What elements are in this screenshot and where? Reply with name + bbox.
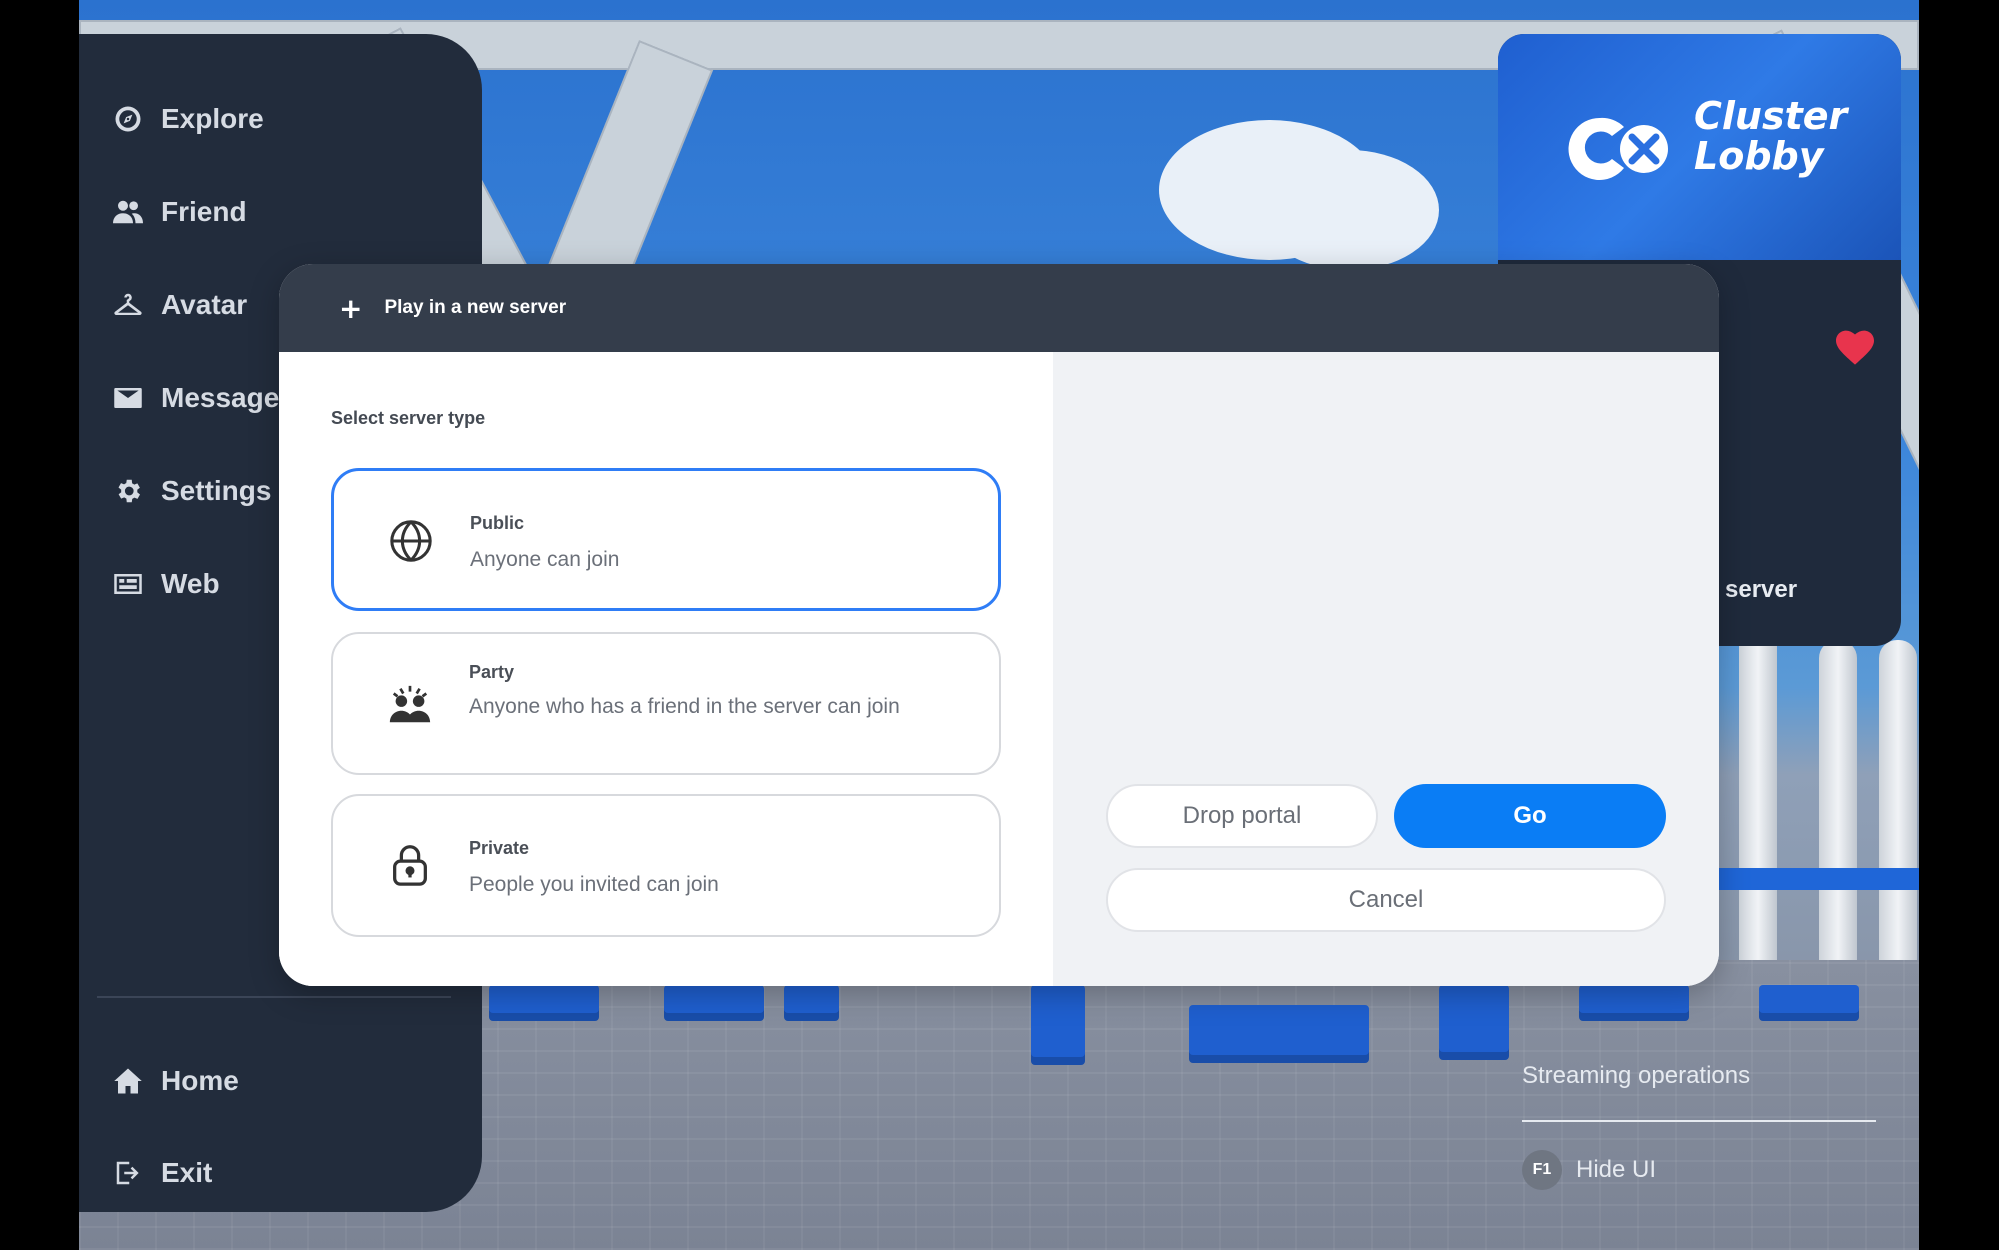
drop-portal-button[interactable]: Drop portal [1106, 784, 1378, 848]
new-server-dialog: + Play in a new server Select server typ… [279, 264, 1719, 986]
server-option-party[interactable]: Party Anyone who has a friend in the ser… [331, 632, 1001, 775]
nav-label: Message [161, 382, 280, 413]
nav-label: Exit [161, 1157, 213, 1188]
option-title: Private [469, 838, 530, 858]
world-card-server-label: server [1725, 576, 1798, 603]
plus-icon: + [339, 291, 363, 325]
friends-icon [113, 200, 143, 224]
nav-label: Friend [161, 196, 247, 227]
dialog-actions-pane: Drop portal Go Cancel [1053, 352, 1719, 986]
status-divider [1522, 1120, 1876, 1122]
nav-label: Avatar [161, 289, 248, 320]
exit-icon [116, 1161, 139, 1185]
world-title-line1: Cluster [1694, 94, 1848, 138]
heart-icon[interactable] [1836, 330, 1874, 366]
globe-icon [390, 520, 432, 562]
section-label: Select server type [331, 408, 486, 428]
nav-label: Explore [161, 103, 264, 134]
nav-item-web[interactable]: Web [113, 561, 220, 607]
f1-key-badge: F1 [1522, 1150, 1562, 1190]
nav-item-home[interactable]: Home [113, 1058, 239, 1104]
world-thumbnail: Cluster Lobby [1498, 34, 1901, 260]
nav-item-settings[interactable]: Settings [113, 468, 271, 514]
option-description: Anyone who has a friend in the server ca… [469, 695, 900, 718]
compass-icon [115, 106, 141, 132]
nav-item-friend[interactable]: Friend [113, 189, 247, 235]
home-icon [114, 1068, 142, 1094]
server-type-pane: Select server type Public Anyone can joi… [279, 352, 1053, 986]
nav-label: Settings [161, 475, 272, 506]
server-option-private[interactable]: Private People you invited can join [331, 794, 1001, 937]
nav-label: Web [161, 568, 220, 599]
go-button[interactable]: Go [1394, 784, 1666, 848]
nav-item-explore[interactable]: Explore [113, 96, 264, 142]
option-description: People you invited can join [469, 873, 719, 896]
hide-ui-label: Hide UI [1576, 1156, 1657, 1183]
nav-item-avatar[interactable]: Avatar [113, 282, 247, 328]
option-description: Anyone can join [470, 548, 620, 571]
nav-divider [97, 996, 451, 998]
party-icon [389, 685, 431, 723]
mail-icon [114, 388, 142, 408]
nav-label: Home [161, 1065, 239, 1096]
dialog-header: + Play in a new server [279, 264, 1719, 352]
server-option-public[interactable]: Public Anyone can join [331, 468, 1001, 611]
cancel-button[interactable]: Cancel [1106, 868, 1666, 932]
dialog-title: Play in a new server [384, 297, 567, 318]
world-title: Cluster Lobby [1694, 96, 1847, 176]
nav-item-exit[interactable]: Exit [113, 1150, 212, 1196]
cluster-logo-icon [1568, 117, 1668, 180]
lock-icon [393, 845, 427, 886]
web-icon [114, 574, 142, 594]
option-title: Party [469, 662, 515, 682]
hanger-icon [114, 293, 142, 315]
nav-item-message[interactable]: Message [113, 375, 279, 421]
hide-ui-toggle[interactable]: F1 Hide UI [1522, 1150, 1656, 1190]
option-title: Public [470, 513, 525, 533]
streaming-operations-label[interactable]: Streaming operations [1522, 1062, 1750, 1090]
gear-icon [118, 479, 140, 503]
world-title-line2: Lobby [1694, 134, 1824, 178]
